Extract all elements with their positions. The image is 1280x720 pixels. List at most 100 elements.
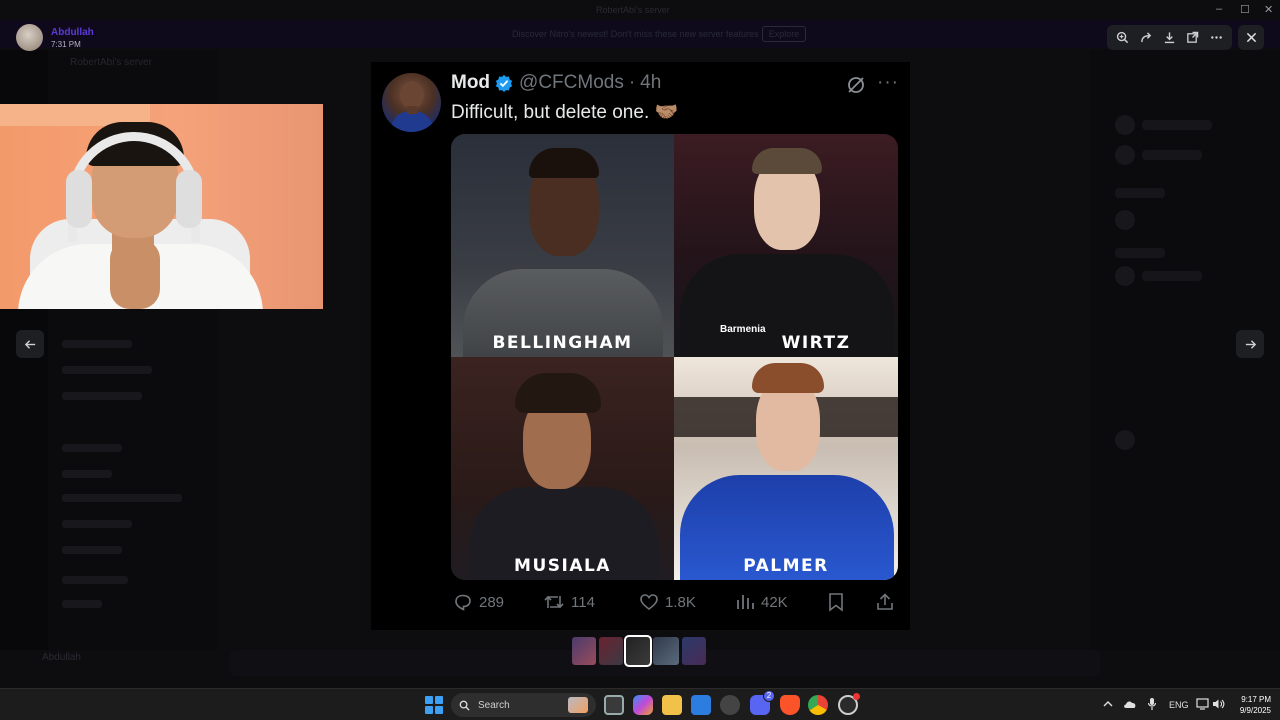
- start-button[interactable]: [425, 696, 443, 714]
- window-title: RobertAbi's server: [596, 5, 670, 15]
- player-hair: [752, 148, 822, 174]
- bg-user-name: Abdullah: [42, 652, 81, 663]
- webcam-person-hand: [110, 239, 160, 309]
- tweet-time[interactable]: 4h: [640, 72, 661, 94]
- tweet-author-avatar[interactable]: [382, 73, 441, 132]
- task-view-icon[interactable]: [604, 695, 624, 715]
- window-close-button[interactable]: ✕: [1264, 3, 1273, 16]
- verified-badge-icon: [495, 74, 513, 92]
- discord-icon[interactable]: 2: [750, 690, 775, 715]
- file-explorer-icon[interactable]: [662, 695, 682, 715]
- banner-button: Explore: [762, 26, 806, 42]
- close-icon: [1246, 32, 1256, 43]
- taskbar-clock[interactable]: 9:17 PM 9/9/2025: [1229, 694, 1271, 716]
- thumbnail[interactable]: [682, 637, 706, 665]
- thumbnail-selected[interactable]: [624, 635, 652, 667]
- network-icon[interactable]: [1196, 698, 1209, 710]
- chrome-icon[interactable]: [808, 695, 828, 715]
- member-avatar: [1115, 266, 1135, 286]
- thumbnail[interactable]: [653, 637, 679, 665]
- reply-button[interactable]: 289: [453, 588, 504, 616]
- player-tile-musiala[interactable]: MUSIALA: [451, 357, 674, 580]
- zoom-icon[interactable]: [1115, 30, 1131, 46]
- tweet-text: Difficult, but delete one. 🤝🏽: [451, 102, 679, 123]
- reply-icon: [455, 594, 471, 611]
- download-icon[interactable]: [1161, 30, 1177, 46]
- maximize-button[interactable]: ☐: [1240, 3, 1250, 16]
- player-hair: [515, 373, 601, 413]
- member-avatar: [1115, 430, 1135, 450]
- discord-badge: 2: [763, 690, 775, 702]
- like-button[interactable]: 1.8K: [639, 588, 696, 616]
- player-tile-wirtz[interactable]: Barmenia WIRTZ: [674, 134, 898, 357]
- headphone-left-cup: [66, 170, 92, 228]
- share-button[interactable]: [875, 588, 895, 616]
- forward-icon[interactable]: [1138, 30, 1154, 46]
- minimize-button[interactable]: –: [1216, 3, 1222, 15]
- app-icon[interactable]: [720, 695, 740, 715]
- tweet-header: Mod @CFCMods · 4h: [451, 72, 661, 94]
- repost-count: 114: [571, 593, 595, 611]
- onedrive-icon[interactable]: [1123, 699, 1137, 709]
- windows-taskbar: Search 2 ENG 9:17 PM 9/9/2025: [0, 688, 1280, 720]
- viewer-author-name[interactable]: Abdullah: [51, 27, 94, 38]
- more-icon[interactable]: [1208, 30, 1224, 46]
- viewer-toolbar: [1107, 25, 1232, 50]
- like-count: 1.8K: [665, 593, 696, 611]
- grok-icon[interactable]: [845, 74, 867, 96]
- microphone-icon[interactable]: [1147, 697, 1157, 711]
- previous-button[interactable]: [16, 330, 44, 358]
- views-button[interactable]: 42K: [735, 588, 788, 616]
- viewer-timestamp: 7:31 PM: [51, 39, 81, 49]
- player-name-label: PALMER: [743, 556, 829, 576]
- viewer-close-button[interactable]: [1238, 25, 1264, 50]
- member-avatar: [1115, 115, 1135, 135]
- copilot-icon[interactable]: [633, 695, 653, 715]
- avatar-portrait: [390, 81, 434, 132]
- player-name-label: WIRTZ: [781, 333, 851, 353]
- search-label: Search: [478, 699, 510, 711]
- player-tile-palmer[interactable]: PALMER: [674, 357, 898, 580]
- channel-item: [62, 520, 132, 528]
- member-group-label: [1115, 188, 1165, 198]
- player-hair: [529, 148, 599, 178]
- member-avatar: [1115, 145, 1135, 165]
- open-external-icon[interactable]: [1185, 30, 1201, 46]
- notification-dot: [853, 693, 860, 700]
- tweet-more-button[interactable]: ···: [877, 72, 899, 94]
- thumbnail[interactable]: [572, 637, 596, 665]
- arrow-right-icon: [1245, 339, 1256, 349]
- channel-item: [62, 366, 152, 374]
- volume-icon[interactable]: [1212, 698, 1225, 710]
- player-hair: [752, 363, 824, 393]
- app-icon-2[interactable]: [838, 693, 860, 715]
- microsoft-store-icon[interactable]: [691, 695, 711, 715]
- tweet-handle[interactable]: @CFCMods: [519, 72, 624, 94]
- arrow-left-icon: [24, 339, 35, 349]
- member-item: [1142, 150, 1202, 160]
- views-icon: [737, 595, 754, 609]
- taskbar-search[interactable]: Search: [451, 693, 596, 717]
- repost-button[interactable]: 114: [543, 588, 595, 616]
- tweet-display-name[interactable]: Mod: [451, 72, 490, 94]
- banner-text: Discover Nitro's newest! Don't miss thes…: [512, 29, 759, 39]
- tweet-media-grid[interactable]: BELLINGHAM Barmenia WIRTZ MUSIALA PALMER: [451, 134, 898, 580]
- thumbnail[interactable]: [599, 637, 623, 665]
- member-item: [1142, 120, 1212, 130]
- search-highlight-icon: [568, 697, 588, 713]
- player-tile-bellingham[interactable]: BELLINGHAM: [451, 134, 674, 357]
- chevron-up-icon[interactable]: [1103, 700, 1113, 708]
- bookmark-button[interactable]: [827, 588, 845, 616]
- reply-count: 289: [479, 593, 505, 611]
- player-name-label: BELLINGHAM: [492, 333, 633, 353]
- brave-icon[interactable]: [780, 695, 800, 715]
- server-title: RobertAbi's server: [70, 57, 152, 68]
- avatar: [16, 24, 43, 51]
- next-button[interactable]: [1236, 330, 1264, 358]
- language-indicator[interactable]: ENG: [1169, 700, 1189, 710]
- clock-date: 9/9/2025: [1239, 706, 1271, 715]
- share-icon: [877, 593, 893, 610]
- tweet-separator: ·: [628, 72, 636, 93]
- channel-item: [62, 600, 102, 608]
- views-count: 42K: [761, 593, 788, 611]
